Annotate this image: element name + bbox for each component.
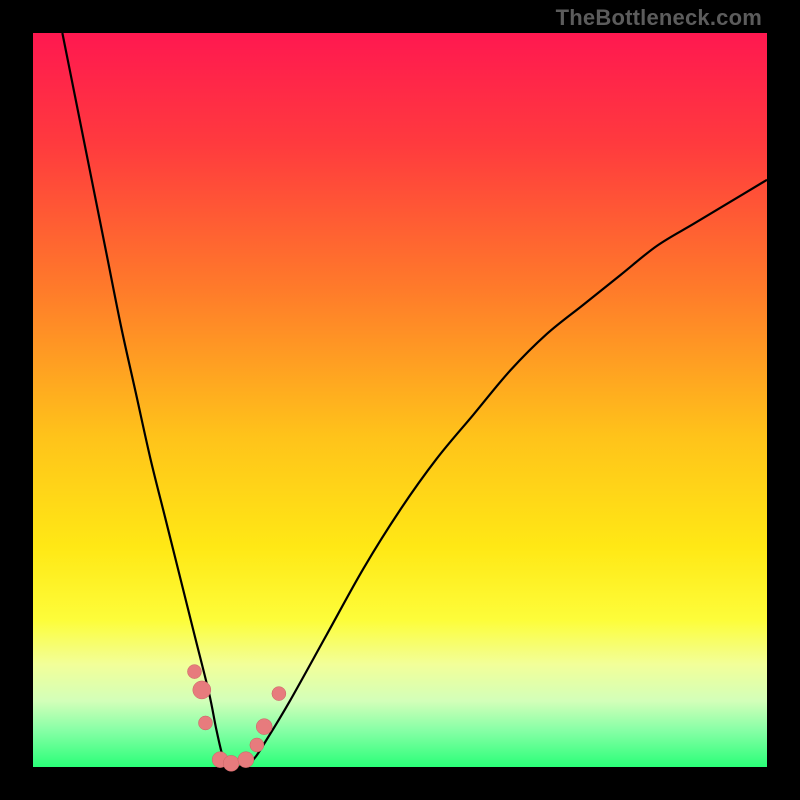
data-marker xyxy=(238,752,254,768)
data-marker xyxy=(250,738,264,752)
data-marker xyxy=(223,755,239,771)
bottleneck-curve xyxy=(62,33,767,768)
data-marker xyxy=(198,716,212,730)
data-marker xyxy=(187,665,201,679)
markers-group xyxy=(187,665,285,772)
chart-svg xyxy=(33,33,767,767)
data-marker xyxy=(256,719,272,735)
watermark-text: TheBottleneck.com xyxy=(556,5,762,31)
data-marker xyxy=(272,687,286,701)
data-marker xyxy=(193,681,211,699)
plot-area xyxy=(33,33,767,767)
frame: TheBottleneck.com xyxy=(0,0,800,800)
